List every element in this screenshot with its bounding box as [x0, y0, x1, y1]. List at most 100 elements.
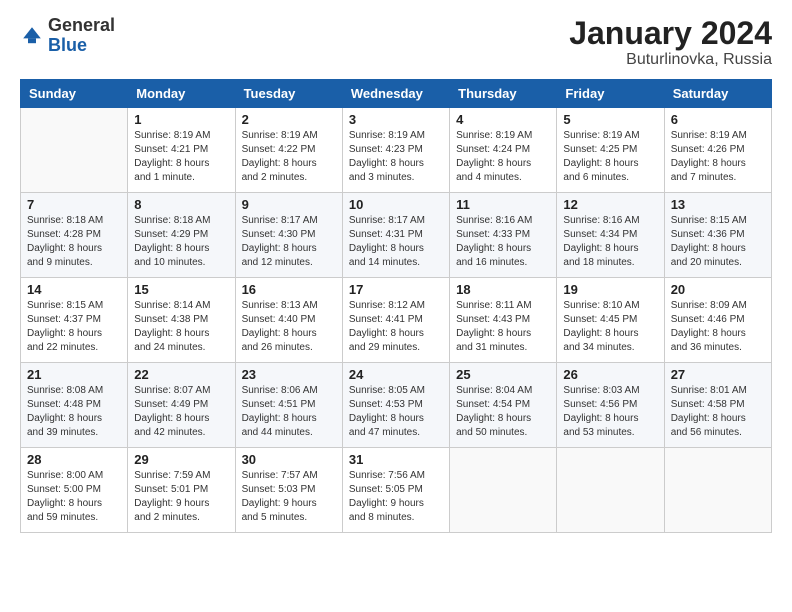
daylight: Daylight: 8 hours and 56 minutes.	[671, 412, 765, 440]
sunset: Sunset: 4:53 PM	[349, 398, 443, 412]
daylight: Daylight: 8 hours and 42 minutes.	[134, 412, 228, 440]
sunset: Sunset: 4:45 PM	[563, 313, 657, 327]
day-number: 25	[456, 367, 550, 382]
header-monday: Monday	[128, 80, 235, 108]
table-row: 2 Sunrise: 8:19 AM Sunset: 4:22 PM Dayli…	[235, 108, 342, 193]
day-number: 12	[563, 197, 657, 212]
table-row: 24 Sunrise: 8:05 AM Sunset: 4:53 PM Dayl…	[342, 363, 449, 448]
table-row: 14 Sunrise: 8:15 AM Sunset: 4:37 PM Dayl…	[21, 278, 128, 363]
day-info: Sunrise: 8:15 AM Sunset: 4:36 PM Dayligh…	[671, 214, 765, 270]
day-info: Sunrise: 7:59 AM Sunset: 5:01 PM Dayligh…	[134, 469, 228, 525]
day-number: 9	[242, 197, 336, 212]
table-row	[557, 448, 664, 533]
sunrise: Sunrise: 8:03 AM	[563, 384, 657, 398]
table-row	[664, 448, 771, 533]
sunset: Sunset: 4:38 PM	[134, 313, 228, 327]
sunrise: Sunrise: 8:06 AM	[242, 384, 336, 398]
table-row: 10 Sunrise: 8:17 AM Sunset: 4:31 PM Dayl…	[342, 193, 449, 278]
sunrise: Sunrise: 8:11 AM	[456, 299, 550, 313]
day-number: 26	[563, 367, 657, 382]
daylight: Daylight: 8 hours and 2 minutes.	[242, 157, 336, 185]
table-row: 8 Sunrise: 8:18 AM Sunset: 4:29 PM Dayli…	[128, 193, 235, 278]
sunrise: Sunrise: 8:09 AM	[671, 299, 765, 313]
header-friday: Friday	[557, 80, 664, 108]
logo: General Blue	[20, 16, 115, 56]
daylight: Daylight: 8 hours and 10 minutes.	[134, 242, 228, 270]
day-info: Sunrise: 8:18 AM Sunset: 4:28 PM Dayligh…	[27, 214, 121, 270]
sunrise: Sunrise: 8:07 AM	[134, 384, 228, 398]
table-row: 25 Sunrise: 8:04 AM Sunset: 4:54 PM Dayl…	[450, 363, 557, 448]
sunrise: Sunrise: 8:14 AM	[134, 299, 228, 313]
sunset: Sunset: 4:46 PM	[671, 313, 765, 327]
day-info: Sunrise: 8:11 AM Sunset: 4:43 PM Dayligh…	[456, 299, 550, 355]
day-info: Sunrise: 8:19 AM Sunset: 4:22 PM Dayligh…	[242, 129, 336, 185]
daylight: Daylight: 8 hours and 44 minutes.	[242, 412, 336, 440]
table-row: 29 Sunrise: 7:59 AM Sunset: 5:01 PM Dayl…	[128, 448, 235, 533]
daylight: Daylight: 8 hours and 9 minutes.	[27, 242, 121, 270]
day-number: 8	[134, 197, 228, 212]
logo-general: General	[48, 15, 115, 35]
table-row: 23 Sunrise: 8:06 AM Sunset: 4:51 PM Dayl…	[235, 363, 342, 448]
table-row: 21 Sunrise: 8:08 AM Sunset: 4:48 PM Dayl…	[21, 363, 128, 448]
day-number: 5	[563, 112, 657, 127]
header-sunday: Sunday	[21, 80, 128, 108]
sunset: Sunset: 4:43 PM	[456, 313, 550, 327]
sunset: Sunset: 4:28 PM	[27, 228, 121, 242]
day-number: 20	[671, 282, 765, 297]
day-number: 15	[134, 282, 228, 297]
daylight: Daylight: 8 hours and 4 minutes.	[456, 157, 550, 185]
day-number: 29	[134, 452, 228, 467]
sunset: Sunset: 4:41 PM	[349, 313, 443, 327]
calendar-table: Sunday Monday Tuesday Wednesday Thursday…	[20, 79, 772, 533]
day-number: 24	[349, 367, 443, 382]
daylight: Daylight: 8 hours and 22 minutes.	[27, 327, 121, 355]
logo-icon	[20, 24, 44, 48]
sunrise: Sunrise: 8:19 AM	[563, 129, 657, 143]
day-number: 7	[27, 197, 121, 212]
sunrise: Sunrise: 8:05 AM	[349, 384, 443, 398]
daylight: Daylight: 8 hours and 53 minutes.	[563, 412, 657, 440]
daylight: Daylight: 9 hours and 8 minutes.	[349, 497, 443, 525]
calendar-week-row: 21 Sunrise: 8:08 AM Sunset: 4:48 PM Dayl…	[21, 363, 772, 448]
day-number: 17	[349, 282, 443, 297]
sunrise: Sunrise: 8:15 AM	[27, 299, 121, 313]
day-info: Sunrise: 8:19 AM Sunset: 4:21 PM Dayligh…	[134, 129, 228, 185]
sunrise: Sunrise: 7:56 AM	[349, 469, 443, 483]
daylight: Daylight: 8 hours and 14 minutes.	[349, 242, 443, 270]
daylight: Daylight: 9 hours and 5 minutes.	[242, 497, 336, 525]
daylight: Daylight: 8 hours and 24 minutes.	[134, 327, 228, 355]
table-row: 30 Sunrise: 7:57 AM Sunset: 5:03 PM Dayl…	[235, 448, 342, 533]
day-number: 13	[671, 197, 765, 212]
daylight: Daylight: 8 hours and 39 minutes.	[27, 412, 121, 440]
day-number: 2	[242, 112, 336, 127]
sunset: Sunset: 4:54 PM	[456, 398, 550, 412]
sunrise: Sunrise: 8:19 AM	[134, 129, 228, 143]
daylight: Daylight: 8 hours and 34 minutes.	[563, 327, 657, 355]
sunset: Sunset: 4:29 PM	[134, 228, 228, 242]
sunset: Sunset: 4:21 PM	[134, 143, 228, 157]
day-info: Sunrise: 8:17 AM Sunset: 4:31 PM Dayligh…	[349, 214, 443, 270]
day-number: 23	[242, 367, 336, 382]
table-row: 6 Sunrise: 8:19 AM Sunset: 4:26 PM Dayli…	[664, 108, 771, 193]
header-tuesday: Tuesday	[235, 80, 342, 108]
sunrise: Sunrise: 8:13 AM	[242, 299, 336, 313]
table-row: 1 Sunrise: 8:19 AM Sunset: 4:21 PM Dayli…	[128, 108, 235, 193]
day-info: Sunrise: 8:00 AM Sunset: 5:00 PM Dayligh…	[27, 469, 121, 525]
sunrise: Sunrise: 8:17 AM	[242, 214, 336, 228]
sunset: Sunset: 4:26 PM	[671, 143, 765, 157]
daylight: Daylight: 8 hours and 59 minutes.	[27, 497, 121, 525]
day-info: Sunrise: 8:18 AM Sunset: 4:29 PM Dayligh…	[134, 214, 228, 270]
sunset: Sunset: 4:24 PM	[456, 143, 550, 157]
sunset: Sunset: 5:00 PM	[27, 483, 121, 497]
table-row: 9 Sunrise: 8:17 AM Sunset: 4:30 PM Dayli…	[235, 193, 342, 278]
sunrise: Sunrise: 7:59 AM	[134, 469, 228, 483]
page: General Blue January 2024 Buturlinovka, …	[0, 0, 792, 612]
daylight: Daylight: 8 hours and 29 minutes.	[349, 327, 443, 355]
calendar-week-row: 7 Sunrise: 8:18 AM Sunset: 4:28 PM Dayli…	[21, 193, 772, 278]
daylight: Daylight: 8 hours and 18 minutes.	[563, 242, 657, 270]
table-row: 7 Sunrise: 8:18 AM Sunset: 4:28 PM Dayli…	[21, 193, 128, 278]
sunset: Sunset: 4:56 PM	[563, 398, 657, 412]
table-row: 12 Sunrise: 8:16 AM Sunset: 4:34 PM Dayl…	[557, 193, 664, 278]
day-info: Sunrise: 8:16 AM Sunset: 4:34 PM Dayligh…	[563, 214, 657, 270]
daylight: Daylight: 8 hours and 6 minutes.	[563, 157, 657, 185]
